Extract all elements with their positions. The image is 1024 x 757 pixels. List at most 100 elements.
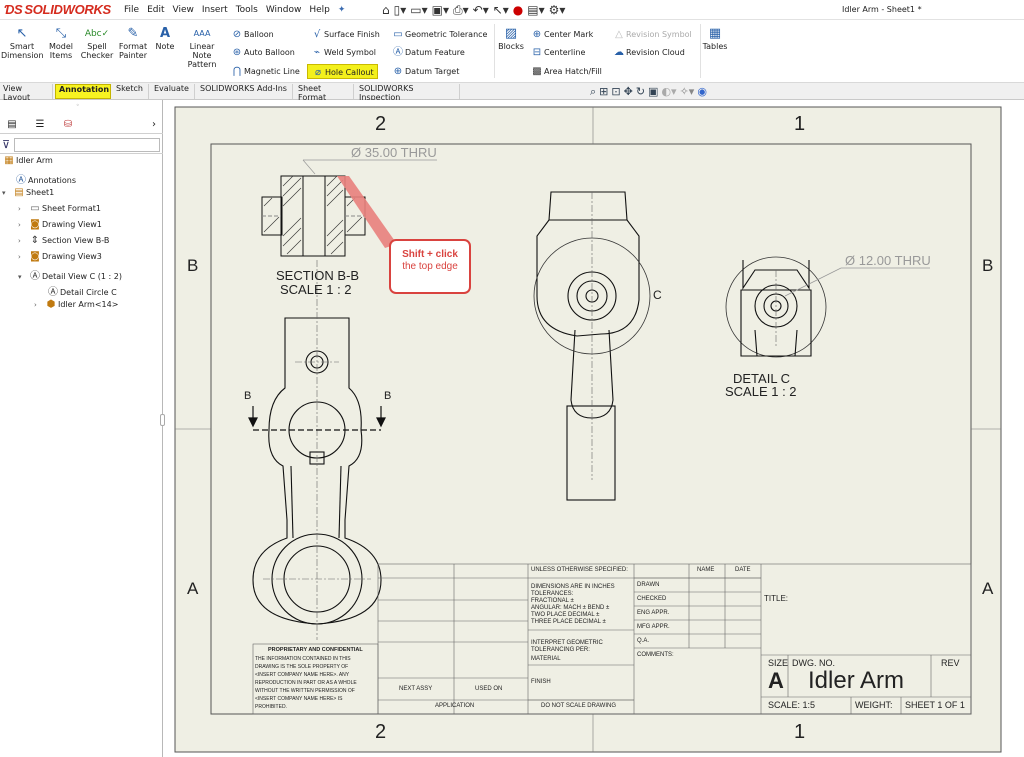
auto-balloon-button[interactable]: ⊛ Auto Balloon — [230, 45, 295, 60]
pan-icon[interactable]: ✥ — [624, 85, 633, 99]
menu-tools[interactable]: Tools — [236, 5, 258, 15]
linear-note-pattern-button[interactable]: AAA Linear Note Pattern — [179, 26, 225, 69]
file-properties-icon[interactable]: ▤▾ — [527, 3, 544, 18]
annotations-icon: Ⓐ — [16, 175, 26, 186]
section-view-icon: ⇕ — [30, 235, 40, 246]
note-icon: A — [159, 26, 171, 41]
section-scale: SCALE 1 : 2 — [280, 282, 352, 297]
note-button[interactable]: A Note — [153, 26, 177, 51]
hole-callout-12[interactable]: Ø 12.00 THRU — [845, 253, 931, 268]
detail-circle-icon: Ⓐ — [48, 287, 58, 298]
expand-icon[interactable]: › — [18, 237, 28, 245]
tree-detail-circle[interactable]: Ⓐ Detail Circle C — [46, 283, 117, 299]
tree-drawing-view3[interactable]: › ◙ Drawing View3 — [18, 251, 102, 267]
callout-title: Shift + click — [402, 249, 458, 260]
filter-input[interactable] — [14, 138, 160, 152]
detail-circle-label[interactable]: C — [653, 288, 662, 302]
property-manager-tab-icon[interactable]: ☰ — [30, 118, 50, 132]
datum-target-icon: ⊕ — [393, 66, 403, 77]
centerline-button[interactable]: ⊟ Centerline — [530, 45, 586, 60]
tree-part[interactable]: › ⬢ Idler Arm<14> — [34, 299, 118, 315]
collapse-icon[interactable]: ▾ — [2, 189, 12, 197]
options-icon[interactable]: ⚙▾ — [549, 3, 566, 18]
expand-icon[interactable]: › — [18, 205, 28, 213]
print-icon[interactable]: ⎙▾ — [453, 3, 469, 18]
collapse-icon[interactable]: ▾ — [18, 273, 28, 281]
zone-label-left-a: A — [187, 579, 199, 598]
datum-target-button[interactable]: ⊕ Datum Target — [391, 64, 460, 79]
smart-dimension-button[interactable]: ↖ Smart Dimension — [1, 26, 44, 60]
new-icon[interactable]: ▯▾ — [394, 3, 407, 18]
undo-icon[interactable]: ↶▾ — [473, 3, 489, 18]
magnetic-line-button[interactable]: ⋂ Magnetic Line — [230, 64, 300, 79]
surface-finish-button[interactable]: √ Surface Finish — [310, 27, 380, 42]
menu-file[interactable]: File — [124, 5, 139, 15]
menu-help[interactable]: Help — [309, 5, 330, 15]
solidworks-logo[interactable]: ƊS SOLIDWORKS — [4, 2, 111, 17]
zone-label-bottom-2: 2 — [375, 721, 387, 743]
view-settings-icon[interactable]: ✧▾ — [680, 85, 695, 99]
menu-insert[interactable]: Insert — [202, 5, 228, 15]
home-icon[interactable]: ⌂ — [382, 3, 390, 18]
revision-symbol-icon: △ — [615, 29, 623, 40]
tree-section-view[interactable]: › ⇕ Section View B-B — [18, 235, 109, 251]
display-style-icon[interactable]: ▣ — [648, 85, 658, 99]
menu-window[interactable]: Window — [266, 5, 302, 15]
hide-show-icon[interactable]: ◐▾ — [661, 85, 676, 99]
rebuild-icon[interactable]: ● — [513, 3, 523, 18]
hole-callout-35[interactable]: Ø 35.00 THRU — [351, 145, 437, 160]
rotate-icon[interactable]: ↻ — [636, 85, 645, 99]
tree-sheet[interactable]: ▾ ▤ Sheet1 — [2, 187, 54, 203]
tb-used-on: USED ON — [475, 686, 503, 692]
tree-detail-view[interactable]: ▾ Ⓐ Detail View C (1 : 2) — [18, 267, 122, 283]
tab-annotation[interactable]: Annotation — [55, 84, 111, 99]
area-hatch-button[interactable]: ▩ Area Hatch/Fill — [530, 64, 602, 79]
tab-evaluate[interactable]: Evaluate — [151, 84, 195, 99]
datum-feature-button[interactable]: Ⓐ Datum Feature — [391, 45, 465, 60]
zoom-area-icon[interactable]: ⊞ — [599, 85, 608, 99]
config-manager-tab-icon[interactable]: ⛁ — [58, 118, 78, 132]
tb-next-assy: NEXT ASSY — [399, 686, 433, 692]
panel-expand-icon[interactable]: › — [144, 118, 164, 132]
spell-checker-button[interactable]: Abc✓ Spell Checker — [80, 26, 114, 60]
zoom-fit-icon[interactable]: ⌕ — [590, 85, 596, 99]
hole-callout-button[interactable]: ⌀ Hole Callout — [307, 64, 378, 79]
tb-interpret: INTERPRET GEOMETRIC — [531, 640, 603, 646]
feature-manager-tab-icon[interactable]: ▤ — [2, 118, 22, 132]
format-painter-button[interactable]: ✎ Format Painter — [117, 26, 149, 60]
expand-icon[interactable]: › — [18, 221, 28, 229]
tb-application: APPLICATION — [435, 703, 475, 709]
tab-view-layout[interactable]: View Layout — [0, 84, 53, 102]
revision-cloud-button[interactable]: ☁ Revision Cloud — [612, 45, 685, 60]
expand-icon[interactable]: › — [18, 253, 28, 261]
drawing-canvas[interactable]: 2 1 2 1 B B A A Ø 35.00 THRU Ø 12.00 THR… — [165, 100, 1024, 757]
menu-edit[interactable]: Edit — [147, 5, 164, 15]
tree-annotations[interactable]: Ⓐ Annotations — [14, 171, 76, 187]
blocks-button[interactable]: ▨ Blocks — [498, 26, 524, 51]
geometric-tolerance-button[interactable]: ▭ Geometric Tolerance — [391, 27, 487, 42]
revision-symbol-button[interactable]: △ Revision Symbol — [612, 27, 692, 42]
tables-button[interactable]: ▦ Tables — [702, 26, 728, 51]
center-mark-button[interactable]: ⊕ Center Mark — [530, 27, 593, 42]
tree-root[interactable]: ▦ Idler Arm — [2, 155, 53, 171]
panel-collapse-handle[interactable]: ◦ — [76, 102, 80, 109]
tb-weight: WEIGHT: — [855, 700, 893, 710]
appearance-icon[interactable]: ◉ — [697, 85, 707, 99]
tree-sheet-format[interactable]: › ▭ Sheet Format1 — [18, 203, 101, 219]
pin-icon[interactable]: ✦ — [338, 5, 346, 15]
balloon-button[interactable]: ⊘ Balloon — [230, 27, 274, 42]
expand-icon[interactable]: › — [34, 301, 44, 309]
tab-sketch[interactable]: Sketch — [113, 84, 149, 99]
weld-symbol-button[interactable]: ⌁ Weld Symbol — [310, 45, 376, 60]
previous-view-icon[interactable]: ⊡ — [611, 85, 620, 99]
tab-sheet-format[interactable]: Sheet Format — [295, 84, 354, 102]
tab-addins[interactable]: SOLIDWORKS Add-Ins — [197, 84, 293, 99]
tb-two-place: TWO PLACE DECIMAL ± — [531, 612, 600, 618]
tab-inspection[interactable]: SOLIDWORKS Inspection — [356, 84, 460, 102]
tree-drawing-view1[interactable]: › ◙ Drawing View1 — [18, 219, 102, 235]
model-items-button[interactable]: ⤡ Model Items — [46, 26, 76, 60]
open-icon[interactable]: ▭▾ — [410, 3, 427, 18]
menu-view[interactable]: View — [173, 5, 194, 15]
save-icon[interactable]: ▣▾ — [432, 3, 449, 18]
select-icon[interactable]: ↖▾ — [493, 3, 509, 18]
